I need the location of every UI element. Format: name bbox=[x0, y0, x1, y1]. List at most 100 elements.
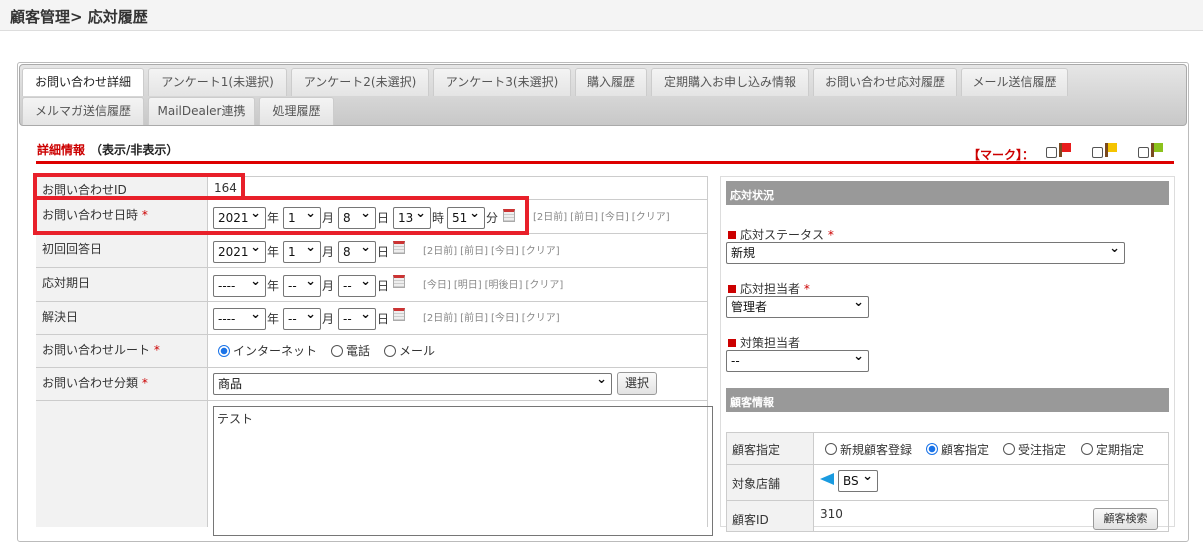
calendar-icon[interactable] bbox=[393, 241, 405, 254]
red-flag-icon bbox=[1059, 143, 1071, 157]
spec-new-label: 新規顧客登録 bbox=[840, 443, 912, 457]
month-select[interactable]: -- bbox=[283, 308, 321, 330]
label: 応対期日 bbox=[36, 268, 208, 301]
spec-subscription-radio[interactable] bbox=[1081, 443, 1093, 455]
link-clear[interactable]: [クリア] bbox=[525, 280, 563, 291]
label: 初回回答日 bbox=[36, 234, 208, 267]
section-title: 詳細情報 bbox=[37, 141, 85, 158]
spec-order-radio[interactable] bbox=[1003, 443, 1015, 455]
link-2-days-ago[interactable]: [2日前] bbox=[533, 212, 567, 223]
status-label: 応対ステータス bbox=[740, 228, 824, 242]
spec-label: 顧客指定 bbox=[732, 441, 780, 458]
tab-survey-2[interactable]: アンケート2(未選択) bbox=[291, 68, 429, 96]
counter-label: 対策担当者 bbox=[740, 336, 800, 350]
body-textarea[interactable]: テスト bbox=[213, 406, 713, 536]
day-select[interactable]: -- bbox=[338, 275, 376, 297]
day-select[interactable]: -- bbox=[338, 308, 376, 330]
row-inquiry-route: お問い合わせルート * インターネット 電話 メール bbox=[36, 334, 708, 367]
link-day-after-tomorrow[interactable]: [明後日] bbox=[485, 280, 523, 291]
month-select[interactable]: -- bbox=[283, 275, 321, 297]
customer-id-value: 310 bbox=[820, 507, 843, 521]
handler-select[interactable]: 管理者 bbox=[726, 296, 869, 318]
tab-inquiry-response-history[interactable]: お問い合わせ応対履歴 bbox=[813, 68, 957, 96]
mark-green-checkbox[interactable] bbox=[1138, 147, 1149, 158]
row-inquiry-category: お問い合わせ分類 * 商品 選択 bbox=[36, 367, 708, 400]
link-clear[interactable]: [クリア] bbox=[632, 212, 670, 223]
square-bullet-icon bbox=[728, 285, 736, 293]
tab-inquiry-detail[interactable]: お問い合わせ詳細 bbox=[22, 68, 144, 96]
square-bullet-icon bbox=[728, 231, 736, 239]
store-marker-icon bbox=[820, 473, 834, 485]
link-today[interactable]: [今日] bbox=[491, 313, 519, 324]
tab-subscription-info[interactable]: 定期購入お申し込み情報 bbox=[651, 68, 809, 96]
category-select-button[interactable]: 選択 bbox=[617, 372, 657, 395]
tab-bar: お問い合わせ詳細 アンケート1(未選択) アンケート2(未選択) アンケート3(… bbox=[19, 64, 1187, 126]
mark-red-checkbox[interactable] bbox=[1046, 147, 1057, 158]
route-phone-radio[interactable] bbox=[331, 345, 343, 357]
route-internet-radio[interactable] bbox=[218, 345, 230, 357]
date-shortcuts: [2日前][前日][今日][クリア] bbox=[423, 241, 563, 263]
day-select[interactable]: 8 bbox=[338, 241, 376, 263]
counter-select[interactable]: -- bbox=[726, 350, 869, 372]
route-internet-label: インターネット bbox=[233, 344, 317, 358]
spec-new-radio[interactable] bbox=[825, 443, 837, 455]
link-today[interactable]: [今日] bbox=[491, 246, 519, 257]
required-mark: * bbox=[142, 376, 148, 390]
category-select[interactable]: 商品 bbox=[213, 373, 612, 395]
link-clear[interactable]: [クリア] bbox=[522, 313, 560, 324]
link-2-days-ago[interactable]: [2日前] bbox=[423, 246, 457, 257]
row-first-answer: 初回回答日 2021 年 1 月 8 日 [2日前][前日][今日][クリア] bbox=[36, 233, 708, 267]
year-select[interactable]: ---- bbox=[213, 308, 266, 330]
tab-survey-1[interactable]: アンケート1(未選択) bbox=[148, 68, 287, 96]
green-flag-icon bbox=[1151, 143, 1163, 157]
required-mark: * bbox=[804, 282, 810, 296]
handler-label: 応対担当者 bbox=[740, 282, 800, 296]
unit-day: 日 bbox=[377, 275, 389, 297]
unit-month: 月 bbox=[322, 275, 334, 297]
status-panel-title: 応対状況 bbox=[726, 181, 1169, 205]
yellow-flag-icon bbox=[1105, 143, 1117, 157]
link-yesterday[interactable]: [前日] bbox=[460, 313, 488, 324]
row-inquiry-body: テスト bbox=[36, 400, 708, 527]
link-today[interactable]: [今日] bbox=[423, 280, 451, 291]
row-resolved-date: 解決日 ---- 年 -- 月 -- 日 [2日前][前日][今日][クリア] bbox=[36, 301, 708, 334]
link-yesterday[interactable]: [前日] bbox=[460, 246, 488, 257]
link-yesterday[interactable]: [前日] bbox=[570, 212, 598, 223]
unit-month: 月 bbox=[322, 241, 334, 263]
row-due-date: 応対期日 ---- 年 -- 月 -- 日 [今日][明日][明後日][クリア] bbox=[36, 267, 708, 301]
mark-yellow-checkbox[interactable] bbox=[1092, 147, 1103, 158]
tab-newsletter-history[interactable]: メルマガ送信履歴 bbox=[22, 97, 144, 125]
month-select[interactable]: 1 bbox=[283, 241, 321, 263]
link-clear[interactable]: [クリア] bbox=[522, 246, 560, 257]
spec-customer-radio[interactable] bbox=[926, 443, 938, 455]
label: お問い合わせルート bbox=[42, 343, 150, 357]
year-select[interactable]: 2021 bbox=[213, 241, 266, 263]
show-hide-toggle[interactable]: （表示/非表示） bbox=[90, 141, 178, 158]
route-mail-radio[interactable] bbox=[384, 345, 396, 357]
store-label: 対象店舗 bbox=[732, 475, 780, 492]
link-tomorrow[interactable]: [明日] bbox=[454, 280, 482, 291]
unit-day: 日 bbox=[377, 241, 389, 263]
calendar-icon[interactable] bbox=[393, 275, 405, 288]
tab-purchase-history[interactable]: 購入履歴 bbox=[575, 68, 647, 96]
link-today[interactable]: [今日] bbox=[601, 212, 629, 223]
date-shortcuts: [今日][明日][明後日][クリア] bbox=[423, 275, 566, 297]
date-shortcuts: [2日前][前日][今日][クリア] bbox=[423, 308, 563, 330]
customer-id-label: 顧客ID bbox=[732, 511, 769, 528]
year-select[interactable]: ---- bbox=[213, 275, 266, 297]
required-mark: * bbox=[154, 343, 160, 357]
unit-year: 年 bbox=[267, 241, 279, 263]
calendar-icon[interactable] bbox=[393, 308, 405, 321]
label: 解決日 bbox=[36, 302, 208, 334]
spec-order-label: 受注指定 bbox=[1018, 443, 1066, 457]
tab-maildealer[interactable]: MailDealer連携 bbox=[148, 97, 255, 125]
tab-process-history[interactable]: 処理履歴 bbox=[259, 97, 334, 125]
link-2-days-ago[interactable]: [2日前] bbox=[423, 313, 457, 324]
tab-mail-history[interactable]: メール送信履歴 bbox=[961, 68, 1068, 96]
status-select[interactable]: 新規 bbox=[726, 242, 1125, 264]
unit-day: 日 bbox=[377, 308, 389, 330]
tab-survey-3[interactable]: アンケート3(未選択) bbox=[433, 68, 571, 96]
store-select[interactable]: BS bbox=[838, 470, 878, 492]
route-mail-label: メール bbox=[399, 344, 435, 358]
route-phone-label: 電話 bbox=[346, 344, 370, 358]
